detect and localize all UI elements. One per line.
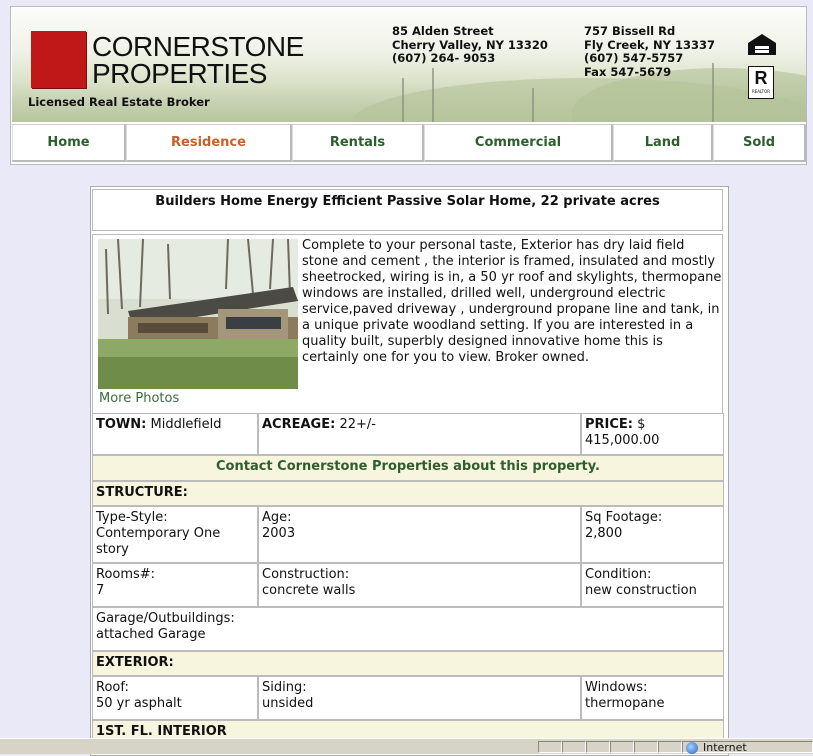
table-row: Garage/Outbuildings: attached Garage — [92, 607, 724, 651]
office-address-fly-creek: 757 Bissell Rd Fly Creek, NY 13337 (607)… — [584, 24, 715, 79]
status-segment — [634, 741, 658, 753]
logo-text-line2: PROPERTIES — [92, 58, 267, 89]
nav-residence[interactable]: Residence — [126, 125, 292, 162]
listing-description-box: More Photos Complete to your personal ta… — [92, 234, 723, 414]
condition-cell: Condition: new construction — [581, 563, 724, 607]
office-address-cherry-valley: 85 Alden Street Cherry Valley, NY 13320 … — [392, 24, 548, 65]
type-style-cell: Type-Style: Contemporary One story — [92, 506, 258, 563]
acreage-cell: ACREAGE: 22+/- — [258, 413, 581, 455]
windows-cell: Windows: thermopane — [581, 676, 724, 720]
garage-cell: Garage/Outbuildings: attached Garage — [92, 607, 724, 651]
more-photos-link[interactable]: More Photos — [99, 391, 179, 406]
status-segment — [562, 741, 586, 753]
table-row: Contact Cornerstone Properties about thi… — [92, 455, 724, 481]
realtor-icon: R REALTOR — [748, 66, 774, 99]
table-row: TOWN: Middlefield ACREAGE: 22+/- PRICE: … — [92, 413, 724, 455]
exterior-heading: EXTERIOR: — [92, 651, 724, 676]
status-segment — [658, 741, 682, 753]
nav-commercial[interactable]: Commercial — [424, 125, 613, 162]
browser-status-bar: Internet — [0, 738, 813, 754]
status-zone: Internet — [682, 741, 813, 754]
town-cell: TOWN: Middlefield — [92, 413, 258, 455]
table-row: Rooms#: 7 Construction: concrete walls Con… — [92, 563, 724, 607]
table-row: EXTERIOR: — [92, 651, 724, 676]
table-row: STRUCTURE: — [92, 481, 724, 506]
contact-link[interactable]: Contact Cornerstone Properties about thi… — [92, 455, 724, 481]
listing-title: Builders Home Energy Efficient Passive S… — [92, 189, 723, 231]
age-cell: Age: 2003 — [258, 506, 581, 563]
rooms-cell: Rooms#: 7 — [92, 563, 258, 607]
status-segment — [586, 741, 610, 753]
nav-sold[interactable]: Sold — [713, 125, 806, 162]
structure-heading: STRUCTURE: — [92, 481, 724, 506]
listing-description: Complete to your personal taste, Exterio… — [302, 238, 722, 365]
table-row: Roof: 50 yr asphalt Siding: unsided Window… — [92, 676, 724, 720]
nav-land[interactable]: Land — [613, 125, 713, 162]
listing-panel: Builders Home Energy Efficient Passive S… — [90, 186, 729, 756]
nav-home[interactable]: Home — [12, 125, 126, 162]
price-cell: PRICE: $ 415,000.00 — [581, 413, 724, 455]
property-details-table: TOWN: Middlefield ACREAGE: 22+/- PRICE: … — [92, 413, 724, 745]
table-row: Type-Style: Contemporary One story Age: 20… — [92, 506, 724, 563]
construction-cell: Construction: concrete walls — [258, 563, 581, 607]
logo-text-line1: CORNERSTONE — [92, 31, 304, 62]
roof-cell: Roof: 50 yr asphalt — [92, 676, 258, 720]
main-nav: Home Residence Rentals Commercial Land S… — [12, 124, 806, 163]
zone-label: Internet — [703, 741, 747, 754]
logo-mark — [31, 31, 86, 88]
siding-cell: Siding: unsided — [258, 676, 581, 720]
nav-rentals[interactable]: Rentals — [292, 125, 424, 162]
property-photo[interactable] — [98, 239, 298, 389]
equal-housing-opportunity-icon — [746, 34, 778, 64]
globe-icon — [686, 742, 698, 754]
status-segment — [538, 741, 562, 753]
sq-footage-cell: Sq Footage: 2,800 — [581, 506, 724, 563]
tagline: Licensed Real Estate Broker — [28, 95, 210, 109]
status-segment — [610, 741, 634, 753]
